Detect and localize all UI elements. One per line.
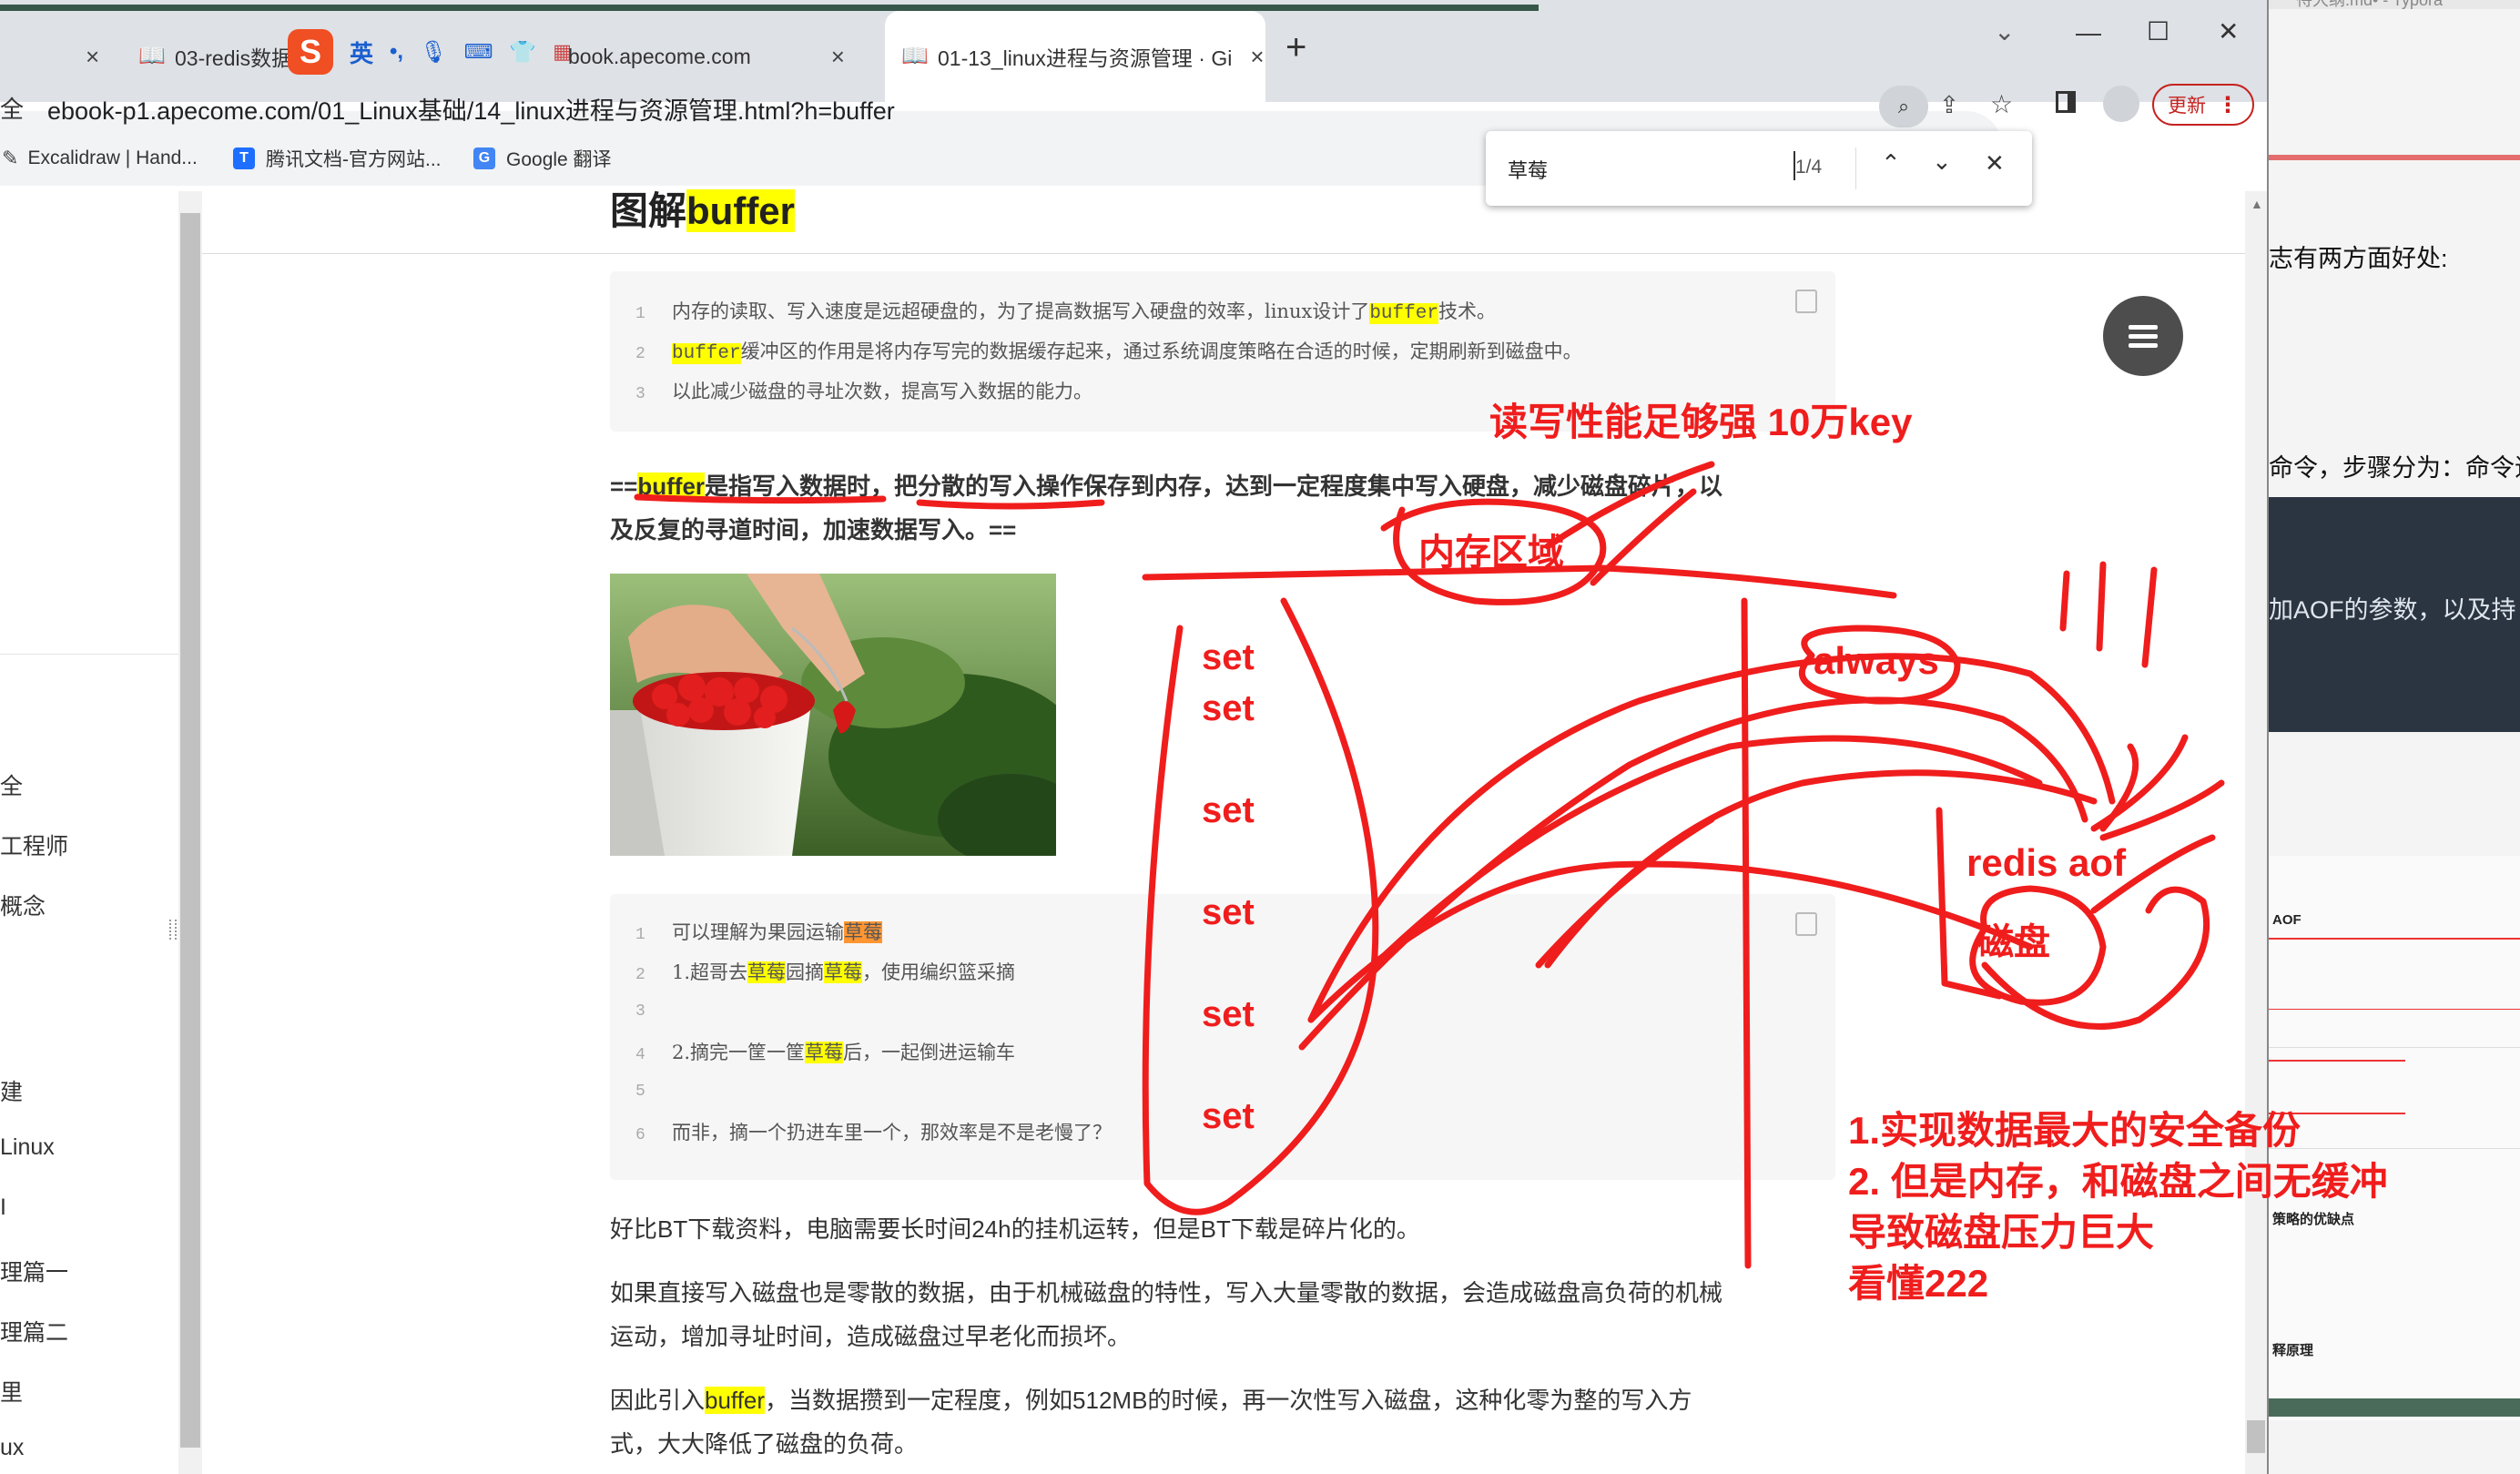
underline-stroke — [634, 493, 887, 504]
vertical-line-stroke — [1741, 597, 1752, 1269]
annotation-set: set — [1202, 892, 1255, 932]
annotation-set: set — [1202, 688, 1255, 728]
exclaim-stroke — [2096, 561, 2107, 652]
annotation-note-line: 看懂222 — [1848, 1262, 1989, 1305]
annotation-redis-aof: redis aof — [1966, 841, 2127, 884]
arrow-stroke — [1307, 653, 2116, 1023]
annotation-set: set — [1202, 637, 1255, 677]
annotation-disk: 磁盘 — [1977, 922, 2050, 962]
annotation-note-line: 1.实现数据最大的安全备份 — [1848, 1109, 2302, 1152]
exclaim-stroke — [2141, 566, 2158, 668]
annotation-set: set — [1202, 790, 1255, 830]
exclaim-stroke — [2059, 570, 2070, 632]
arrow-stroke — [1307, 860, 2034, 1023]
annotation-always: always — [1814, 639, 1939, 682]
underline-stroke — [916, 499, 1105, 510]
memory-ellipse-stroke — [1544, 461, 1715, 550]
annotation-set: set — [1202, 1096, 1255, 1136]
annotation-set: set — [1202, 994, 1255, 1034]
annotation-note-line: 2. 但是内存，和磁盘之间无缓冲 — [1848, 1160, 2388, 1203]
set-bracket-stroke — [1142, 597, 1379, 1215]
annotation-performance: 读写性能足够强 10万key — [1489, 401, 1913, 443]
annotation-memory-region: 内存区域 — [1418, 533, 1564, 573]
annotation-notes: 1.实现数据最大的安全备份 2. 但是内存，和磁盘之间无缓冲 导致磁盘压力巨大 … — [1848, 1105, 2388, 1309]
annotation-note-line: 导致磁盘压力巨大 — [1848, 1211, 2155, 1254]
